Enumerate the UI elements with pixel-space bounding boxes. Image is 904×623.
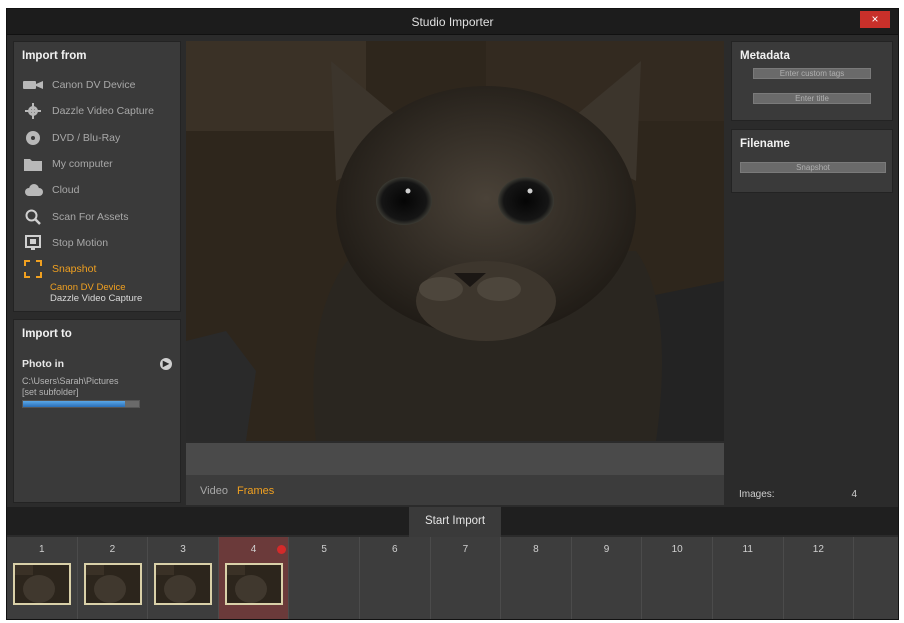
storage-usage-fill	[23, 401, 126, 407]
filmstrip-slot[interactable]: 9	[571, 537, 643, 619]
tab-frames[interactable]: Frames	[237, 485, 274, 497]
tab-video[interactable]: Video	[200, 485, 228, 497]
frame-thumbnail[interactable]	[154, 563, 213, 605]
source-label: Canon DV Device	[52, 79, 136, 92]
slot-number: 9	[603, 544, 610, 555]
slot-number: 10	[671, 544, 683, 555]
filename-panel: Filename Snapshot	[731, 129, 893, 193]
slot-number: 2	[109, 544, 116, 555]
source-my-computer[interactable]: My computer	[22, 151, 172, 177]
video-preview[interactable]	[186, 41, 724, 441]
source-label: My computer	[52, 158, 113, 171]
search-icon	[22, 209, 44, 225]
subfolder-setting[interactable]: [set subfolder]	[22, 387, 172, 397]
snapshot-device-canon-dv[interactable]: Canon DV Device	[22, 282, 172, 293]
import-to-title: Import to	[22, 328, 72, 340]
mode-tabs: Video Frames	[200, 485, 280, 497]
studio-importer-window: Studio Importer × Import from Canon DV D…	[6, 8, 899, 620]
frame-thumbnail[interactable]	[83, 563, 142, 605]
custom-tags-button[interactable]: Enter custom tags	[753, 68, 871, 79]
enter-title-button[interactable]: Enter title	[753, 93, 871, 104]
gear-icon	[22, 103, 44, 120]
filename-field[interactable]: Snapshot	[740, 162, 886, 173]
filmstrip-slot[interactable]: 5	[289, 537, 360, 619]
filmstrip-slot[interactable]: 8	[501, 537, 572, 619]
photo-destination-row: Photo in ▶	[22, 358, 172, 370]
slot-number: 7	[462, 544, 469, 555]
slot-number: 8	[533, 544, 539, 555]
source-scan-for-assets[interactable]: Scan For Assets	[22, 203, 172, 229]
title-bar[interactable]: Studio Importer ×	[7, 9, 898, 35]
images-label: Images:	[739, 489, 775, 500]
camcorder-icon	[22, 77, 44, 93]
import-to-panel: Import to Photo in ▶ C:\Users\Sarah\Pict…	[13, 319, 181, 503]
source-cloud[interactable]: Cloud	[22, 177, 172, 203]
slot-number: 1	[39, 544, 45, 555]
slot-number: 6	[391, 544, 398, 555]
source-label: Snapshot	[52, 263, 97, 276]
storage-usage-bar	[22, 400, 140, 408]
import-from-title: Import from	[22, 50, 87, 62]
video-controls-bar: Video Frames	[186, 443, 724, 505]
slot-number: 5	[321, 544, 327, 555]
filmstrip-slot[interactable]: 4	[218, 537, 290, 619]
slot-number: 3	[180, 544, 186, 555]
source-label: Dazzle Video Capture	[52, 105, 154, 118]
import-from-panel: Import from Canon DV Device Dazzle Video…	[13, 41, 181, 312]
folder-icon	[22, 156, 44, 172]
frame-thumbnail[interactable]	[224, 563, 283, 605]
snapshot-device-dazzle[interactable]: Dazzle Video Capture	[22, 293, 172, 304]
source-canon-dv-device[interactable]: Canon DV Device	[22, 72, 172, 98]
filmstrip-slot[interactable]: 11	[712, 537, 784, 619]
filmstrip: 1 2 3 4 5 6 7 8 9 10 11 12	[7, 537, 898, 619]
window-title: Studio Importer	[411, 15, 494, 29]
metadata-panel: Metadata Enter custom tags Enter title	[731, 41, 893, 121]
filmstrip-slot[interactable]: 3	[148, 537, 219, 619]
metadata-title: Metadata	[740, 50, 790, 62]
source-label: Stop Motion	[52, 236, 109, 249]
destination-path: C:\Users\Sarah\Pictures	[22, 376, 119, 386]
frame-thumbnail[interactable]	[13, 563, 71, 605]
filmstrip-slot[interactable]: 7	[430, 537, 502, 619]
source-label: Cloud	[52, 184, 80, 197]
preview-image	[186, 41, 724, 441]
source-dvd-bluray[interactable]: DVD / Blu-Ray	[22, 125, 172, 151]
source-dazzle-video-capture[interactable]: Dazzle Video Capture	[22, 98, 172, 124]
source-label: DVD / Blu-Ray	[52, 131, 121, 144]
stop-motion-icon	[22, 234, 44, 251]
filmstrip-slot[interactable]: 10	[642, 537, 713, 619]
images-value: 4	[851, 489, 857, 500]
filename-title: Filename	[740, 138, 790, 150]
slot-number: 12	[812, 544, 824, 555]
timeline-strip[interactable]	[186, 443, 724, 475]
close-button[interactable]: ×	[860, 11, 890, 28]
start-import-button[interactable]: Start Import	[409, 507, 501, 537]
filmstrip-slot[interactable]: 1	[7, 537, 78, 619]
source-label: Scan For Assets	[52, 210, 129, 223]
filmstrip-slot[interactable]: 2	[77, 537, 149, 619]
cloud-icon	[22, 182, 44, 198]
source-stop-motion[interactable]: Stop Motion	[22, 230, 172, 256]
disc-icon	[22, 130, 44, 146]
photo-folder-label: Photo in	[22, 358, 64, 370]
filmstrip-slot[interactable]: 12	[783, 537, 855, 619]
source-snapshot[interactable]: Snapshot	[22, 256, 172, 282]
browse-arrow-button[interactable]: ▶	[160, 358, 172, 370]
filmstrip-slot[interactable]: 6	[359, 537, 431, 619]
images-count: Images: 4	[739, 489, 857, 500]
snapshot-icon	[22, 260, 44, 279]
slot-number: 11	[742, 544, 753, 555]
